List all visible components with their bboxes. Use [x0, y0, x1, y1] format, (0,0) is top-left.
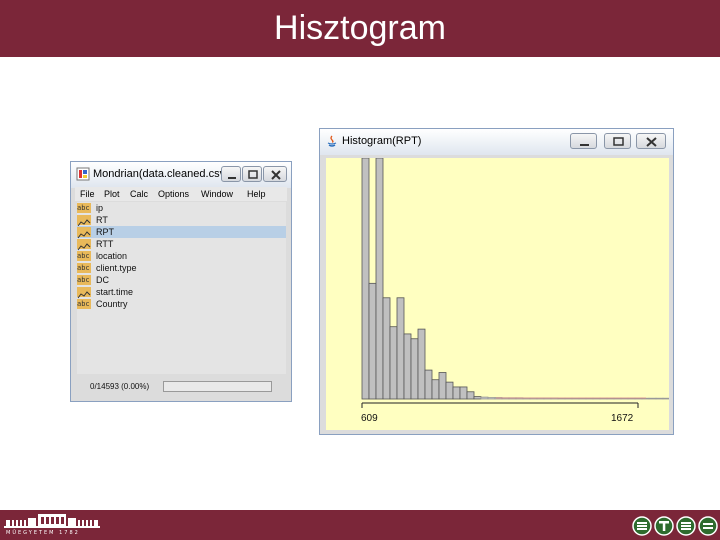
histogram-bar[interactable] [648, 397, 657, 400]
histogram-bar[interactable] [396, 297, 405, 400]
menubar: File Plot Calc Options Window Help [75, 187, 287, 201]
variable-item[interactable]: abc Country [77, 298, 286, 310]
histogram-bar[interactable] [424, 369, 433, 400]
maximize-button[interactable] [242, 166, 262, 182]
histogram-bar[interactable] [361, 158, 370, 400]
minimize-icon [228, 177, 236, 179]
menu-file[interactable]: File [80, 187, 95, 201]
histogram-bar[interactable] [655, 397, 664, 400]
histogram-bar[interactable] [375, 158, 384, 400]
slide-title: Hisztogram [274, 9, 446, 47]
selection-progress-bar [163, 381, 272, 392]
mondrian-titlebar[interactable]: Mondrian(data.cleaned.csv) [71, 162, 291, 188]
histogram-bar[interactable] [466, 391, 475, 400]
histogram-bar[interactable] [445, 381, 454, 400]
numeric-variable-icon [77, 215, 91, 227]
variable-type-label: abc [77, 300, 90, 308]
x-max-label: 1672 [611, 413, 634, 424]
text-variable-icon: abc [77, 251, 91, 261]
close-button[interactable] [263, 166, 287, 182]
histogram-bar[interactable] [431, 379, 440, 400]
mondrian-window[interactable]: Mondrian(data.cleaned.csv) File Plot Cal… [70, 161, 292, 402]
histogram-bar[interactable] [389, 326, 398, 400]
text-variable-icon: abc [77, 263, 91, 273]
minimize-icon [580, 144, 589, 146]
histogram-bar[interactable] [452, 386, 461, 400]
variable-item[interactable]: abc client.type [77, 262, 286, 274]
variable-list: abc ip RT RPT RTT abc location abc client.type ab… [77, 202, 286, 374]
variable-label: start.time [96, 287, 134, 297]
window-title: Histogram(RPT) [342, 135, 422, 147]
variable-label: RTT [96, 239, 114, 249]
menu-options[interactable]: Options [158, 187, 189, 201]
text-variable-icon: abc [77, 299, 91, 309]
minimize-button[interactable] [221, 166, 241, 182]
footer-icon-4 [698, 516, 718, 536]
maximize-icon [613, 137, 624, 146]
selection-status: 0/14593 (0.00%) [90, 382, 150, 391]
text-variable-icon: abc [77, 275, 91, 285]
variable-type-label: abc [77, 204, 90, 212]
histogram-bar[interactable] [487, 397, 496, 400]
menu-calc[interactable]: Calc [130, 187, 148, 201]
histogram-bar[interactable] [382, 297, 391, 400]
variable-label: DC [96, 275, 109, 285]
variable-item[interactable]: abc location [77, 250, 286, 262]
slide-footer: MŰEGYETEM 1782 [0, 510, 720, 540]
variable-type-label: abc [77, 264, 90, 272]
variable-item[interactable]: RTT [77, 238, 286, 251]
histogram-titlebar[interactable]: Histogram(RPT) [320, 129, 673, 155]
variable-label: ip [96, 203, 104, 213]
variable-item[interactable]: RPT [77, 226, 286, 239]
menu-window[interactable]: Window [201, 187, 233, 201]
variable-type-label: abc [77, 252, 90, 260]
footer-logo-text: MŰEGYETEM 1782 [6, 530, 80, 536]
histogram-bar[interactable] [480, 396, 489, 400]
numeric-variable-icon [77, 239, 91, 251]
histogram-bar[interactable] [403, 333, 412, 400]
histogram-bar[interactable] [417, 328, 426, 400]
variable-item[interactable]: abc DC [77, 274, 286, 286]
variable-item[interactable]: abc ip [77, 202, 286, 214]
variable-item[interactable]: start.time [77, 286, 286, 299]
histogram-bar[interactable] [459, 386, 468, 400]
histogram-bar[interactable] [473, 396, 482, 400]
variable-label: client.type [96, 263, 137, 273]
histogram-bar[interactable] [662, 397, 669, 400]
close-icon [646, 137, 657, 147]
footer-icon-1 [632, 516, 652, 536]
close-icon [271, 170, 281, 180]
histogram-bar[interactable] [368, 282, 377, 400]
footer-icon-3 [676, 516, 696, 536]
x-min-label: 609 [361, 413, 378, 424]
variable-type-label: abc [77, 276, 90, 284]
variable-label: RPT [96, 227, 114, 237]
variable-label: RT [96, 215, 108, 225]
numeric-variable-icon [77, 227, 91, 239]
menu-help[interactable]: Help [247, 187, 266, 201]
variable-item[interactable]: RT [77, 214, 286, 227]
minimize-button[interactable] [570, 133, 597, 149]
histogram-window[interactable]: Histogram(RPT) 609 1672 [319, 128, 674, 435]
text-variable-icon: abc [77, 203, 91, 213]
close-button[interactable] [636, 133, 666, 149]
footer-icon-group [632, 516, 718, 536]
variable-label: Country [96, 299, 128, 309]
histogram-bar[interactable] [438, 372, 447, 400]
maximize-icon [248, 170, 258, 179]
histogram-chart [361, 158, 669, 408]
menu-plot[interactable]: Plot [104, 187, 120, 201]
maximize-button[interactable] [604, 133, 631, 149]
variable-label: location [96, 251, 128, 261]
slide-header: Hisztogram [0, 0, 720, 57]
footer-icon-2 [654, 516, 674, 536]
histogram-plot[interactable]: 609 1672 [326, 158, 669, 430]
java-icon [327, 135, 337, 147]
histogram-bar[interactable] [410, 338, 419, 400]
window-title: Mondrian(data.cleaned.csv) [93, 168, 229, 180]
numeric-variable-icon [77, 287, 91, 299]
app-icon [76, 167, 90, 181]
